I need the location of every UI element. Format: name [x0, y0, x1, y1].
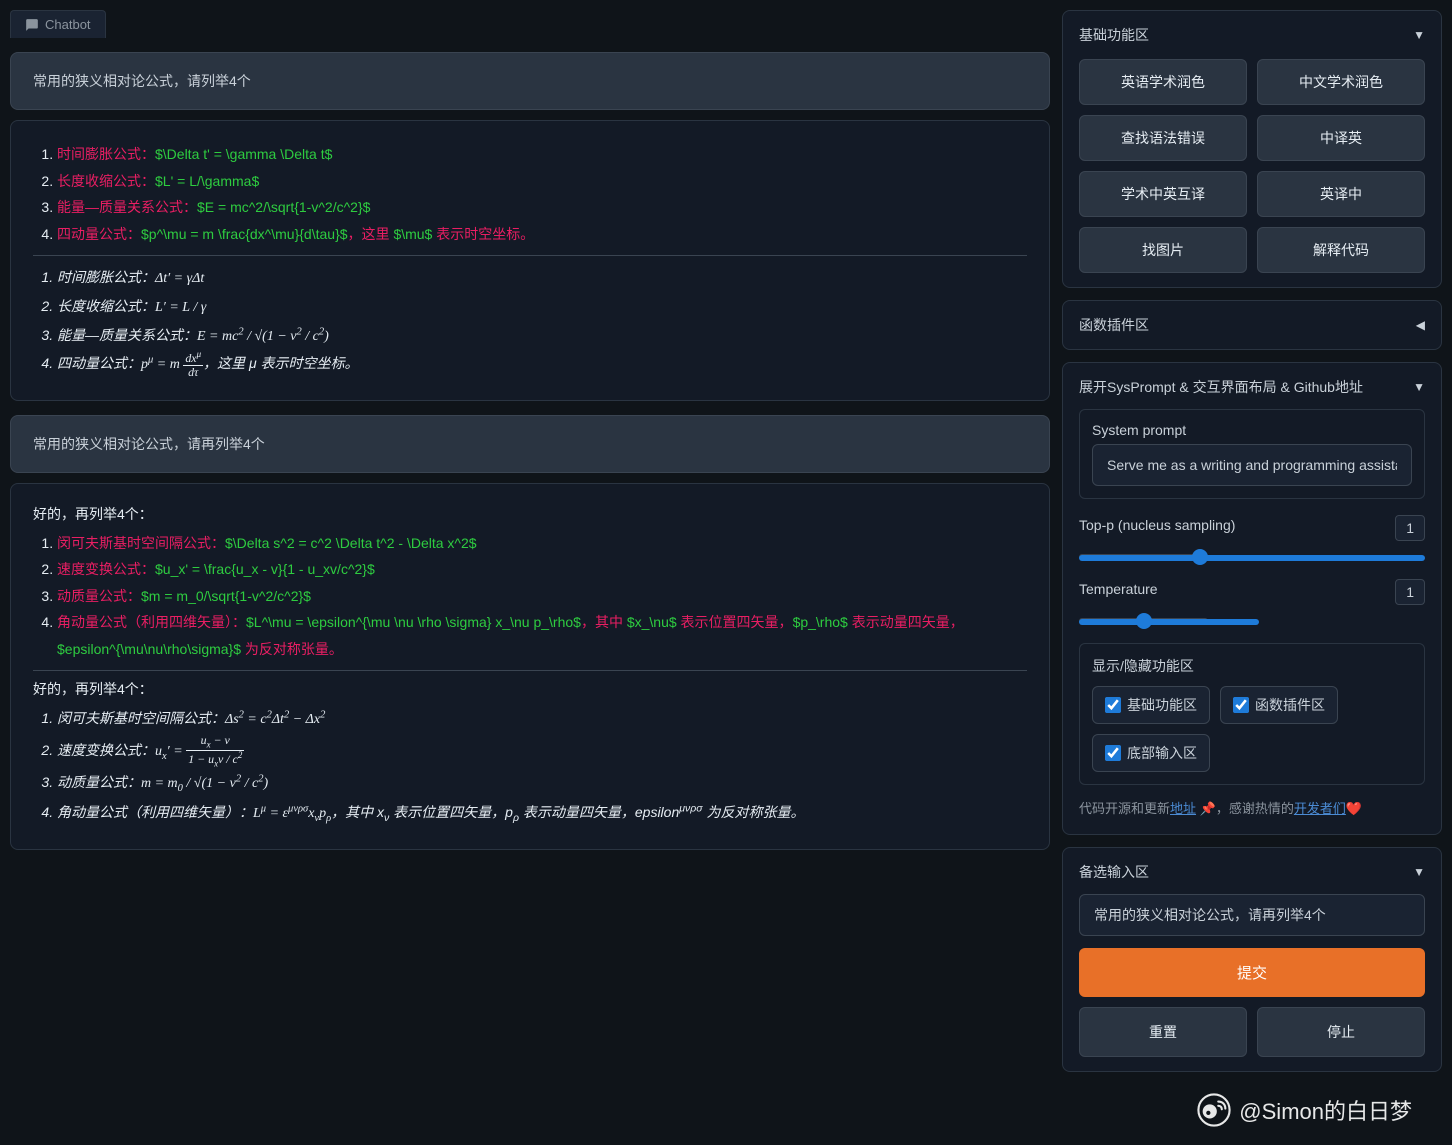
chevron-left-icon: ◀ [1416, 318, 1425, 332]
alt-input-panel-header[interactable]: 备选输入区 ▼ [1079, 862, 1425, 882]
devs-link[interactable]: 开发者们 [1294, 801, 1346, 816]
basic-panel-header[interactable]: 基础功能区 ▼ [1079, 25, 1425, 45]
fn-button-english-polish[interactable]: 英语学术润色 [1079, 59, 1247, 105]
checkbox-bottom-input[interactable]: 底部输入区 [1092, 734, 1210, 772]
fn-button-zh-to-en[interactable]: 中译英 [1257, 115, 1425, 161]
chevron-down-icon: ▼ [1413, 380, 1425, 394]
user-message: 常用的狭义相对论公式，请列举4个 [10, 52, 1050, 110]
stop-button[interactable]: 停止 [1257, 1007, 1425, 1057]
alt-input-panel: 备选输入区 ▼ 提交 重置 停止 [1062, 847, 1442, 1072]
plugin-panel: 函数插件区 ◀ [1062, 300, 1442, 350]
heart-icon: ❤️ [1346, 801, 1362, 816]
weibo-icon [1197, 1093, 1231, 1127]
checkbox-basic[interactable]: 基础功能区 [1092, 686, 1210, 724]
temperature-slider[interactable] [1079, 618, 1208, 624]
watermark: @Simon的白日梦 [1197, 1093, 1412, 1127]
top-p-label: Top-p (nucleus sampling) [1079, 517, 1235, 533]
fn-button-en-to-zh[interactable]: 英译中 [1257, 171, 1425, 217]
pin-icon: 📌 [1200, 801, 1216, 816]
formula-list-raw: 闵可夫斯基时空间隔公式：$\Delta s^2 = c^2 \Delta t^2… [33, 530, 1027, 663]
fn-button-explain-code[interactable]: 解释代码 [1257, 227, 1425, 273]
user-message: 常用的狭义相对论公式，请再列举4个 [10, 415, 1050, 473]
temperature-label: Temperature [1079, 581, 1158, 597]
chevron-down-icon: ▼ [1413, 865, 1425, 879]
visibility-label: 显示/隐藏功能区 [1092, 656, 1412, 676]
reset-button[interactable]: 重置 [1079, 1007, 1247, 1057]
chat-icon [25, 18, 39, 32]
tab-label: Chatbot [45, 17, 91, 32]
top-p-value[interactable]: 1 [1395, 515, 1425, 541]
submit-button[interactable]: 提交 [1079, 948, 1425, 997]
chatbot-tab[interactable]: Chatbot [10, 10, 106, 38]
chevron-down-icon: ▼ [1413, 28, 1425, 42]
bot-message: 好的，再列举4个： 闵可夫斯基时空间隔公式：$\Delta s^2 = c^2 … [10, 483, 1050, 850]
system-prompt-label: System prompt [1092, 422, 1412, 438]
checkbox-plugin[interactable]: 函数插件区 [1220, 686, 1338, 724]
temperature-value[interactable]: 1 [1395, 579, 1425, 605]
sysprompt-panel-header[interactable]: 展开SysPrompt & 交互界面布局 & Github地址 ▼ [1079, 377, 1425, 397]
plugin-panel-header[interactable]: 函数插件区 ◀ [1079, 315, 1425, 335]
source-link[interactable]: 地址 [1170, 801, 1196, 816]
fn-button-find-image[interactable]: 找图片 [1079, 227, 1247, 273]
fn-button-academic-trans[interactable]: 学术中英互译 [1079, 171, 1247, 217]
system-prompt-input[interactable] [1092, 444, 1412, 486]
bot-message: 时间膨胀公式：$\Delta t' = \gamma \Delta t$ 长度收… [10, 120, 1050, 401]
alt-input-field[interactable] [1079, 894, 1425, 936]
formula-list-rendered: 时间膨胀公式：Δt′ = γΔt 长度收缩公式：L′ = L / γ 能量—质量… [33, 264, 1027, 379]
fn-button-chinese-polish[interactable]: 中文学术润色 [1257, 59, 1425, 105]
formula-list-raw: 时间膨胀公式：$\Delta t' = \gamma \Delta t$ 长度收… [33, 141, 1027, 247]
formula-list-rendered: 闵可夫斯基时空间隔公式：Δs2 = c2Δt2 − Δx2 速度变换公式：ux′… [33, 705, 1027, 828]
top-p-slider[interactable] [1079, 554, 1208, 560]
basic-panel: 基础功能区 ▼ 英语学术润色 中文学术润色 查找语法错误 中译英 学术中英互译 … [1062, 10, 1442, 288]
sysprompt-panel: 展开SysPrompt & 交互界面布局 & Github地址 ▼ System… [1062, 362, 1442, 835]
fn-button-grammar-check[interactable]: 查找语法错误 [1079, 115, 1247, 161]
footer-links: 代码开源和更新地址 📌，感谢热情的开发者们❤️ [1079, 799, 1425, 820]
